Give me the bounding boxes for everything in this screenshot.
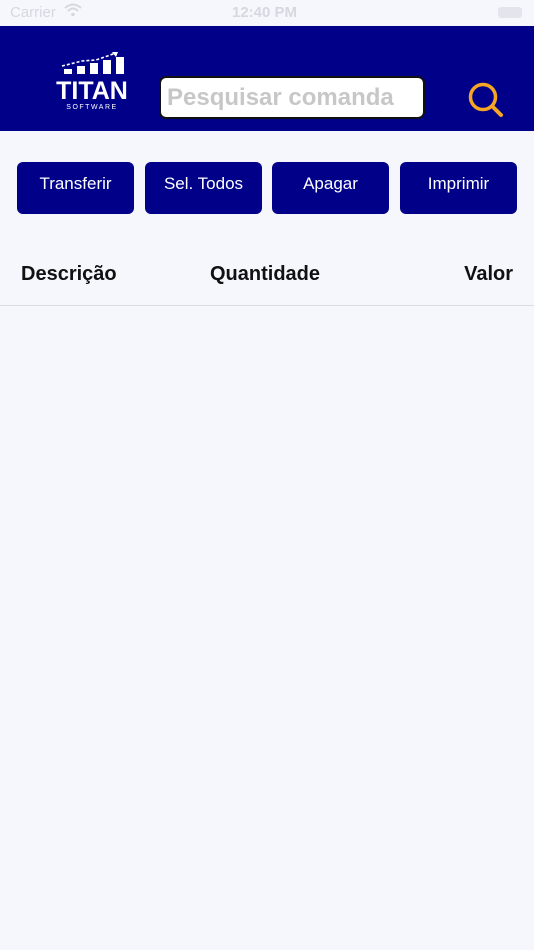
logo-tagline: SOFTWARE: [66, 104, 118, 111]
action-bar: Transferir Sel. Todos Apagar Imprimir: [0, 162, 534, 214]
search-input[interactable]: [159, 76, 425, 119]
select-all-button[interactable]: Sel. Todos: [145, 162, 262, 214]
status-bar: Carrier 12:40 PM: [0, 0, 534, 26]
transfer-button[interactable]: Transferir: [17, 162, 134, 214]
column-header-quantity: Quantidade: [210, 263, 321, 285]
items-list[interactable]: [0, 306, 534, 950]
wifi-icon: [64, 3, 82, 21]
print-button[interactable]: Imprimir: [400, 162, 517, 214]
column-header-description: Descrição: [21, 263, 117, 285]
logo-wordmark: TITAN: [56, 77, 128, 105]
carrier-label: Carrier: [10, 4, 56, 21]
titan-logo: TITAN SOFTWARE: [52, 50, 132, 112]
app-header: TITAN SOFTWARE: [0, 26, 534, 131]
delete-button[interactable]: Apagar: [272, 162, 389, 214]
column-header-value: Valor: [464, 263, 513, 285]
search-button[interactable]: [466, 80, 506, 120]
search-icon: [468, 82, 503, 117]
battery-icon: [498, 7, 522, 18]
clock: 12:40 PM: [232, 4, 298, 21]
